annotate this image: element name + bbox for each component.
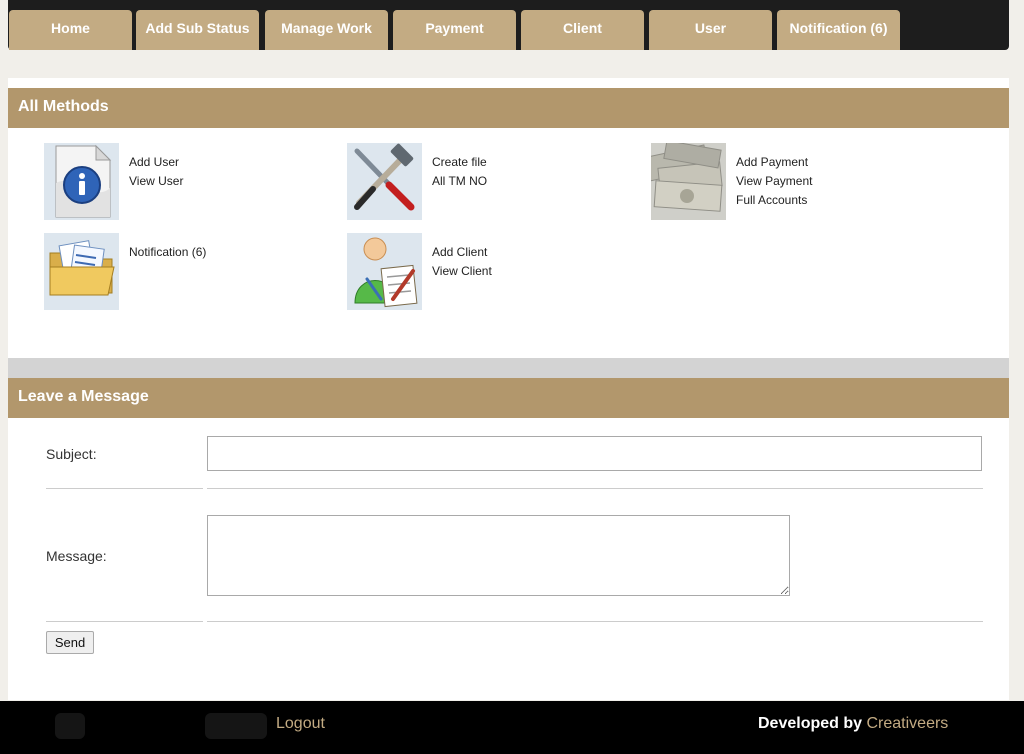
leave-message-header: Leave a Message [8,378,1009,418]
section-divider [8,358,1009,378]
logout-icon [205,713,267,739]
create-file-link[interactable]: Create file [432,153,487,172]
tools-icon[interactable] [347,143,422,220]
message-textarea[interactable] [207,515,790,596]
client-user-icon[interactable] [347,233,422,310]
subject-label: Subject: [46,446,97,462]
view-client-link[interactable]: View Client [432,262,492,281]
logout-link[interactable]: Logout [276,715,325,733]
view-payment-link[interactable]: View Payment [736,172,812,191]
info-document-icon[interactable] [44,143,119,220]
tab-notification[interactable]: Notification (6) [777,10,900,50]
footer-decoration [55,713,85,739]
developed-by-credit: Developed by Creativeers [758,715,948,733]
add-payment-link[interactable]: Add Payment [736,153,812,172]
tab-manage-work[interactable]: Manage Work [265,10,388,50]
form-row-divider [207,488,983,489]
footer: Logout Developed by Creativeers [0,701,1024,754]
notification-link[interactable]: Notification (6) [129,243,206,262]
developer-name[interactable]: Creativeers [866,715,948,732]
tab-home[interactable]: Home [9,10,132,50]
add-user-link[interactable]: Add User [129,153,183,172]
view-user-link[interactable]: View User [129,172,183,191]
form-row-divider [46,488,203,489]
tab-client[interactable]: Client [521,10,644,50]
top-area: Home Add Sub Status Manage Work Payment … [0,0,1024,78]
money-icon[interactable] [651,143,726,220]
full-accounts-link[interactable]: Full Accounts [736,191,812,210]
tab-add-sub-status[interactable]: Add Sub Status [136,10,259,50]
tab-payment[interactable]: Payment [393,10,516,50]
all-methods-header: All Methods [8,88,1009,128]
form-row-divider [207,621,983,622]
add-client-link[interactable]: Add Client [432,243,492,262]
main-navbar: Home Add Sub Status Manage Work Payment … [8,0,1009,50]
folder-documents-icon[interactable] [44,233,119,310]
send-button[interactable]: Send [46,631,94,654]
subject-input[interactable] [207,436,982,471]
all-tm-no-link[interactable]: All TM NO [432,172,487,191]
tab-user[interactable]: User [649,10,772,50]
form-row-divider [46,621,203,622]
content-panel: All Methods Add User View User Create fi… [8,78,1009,700]
developed-by-prefix: Developed by [758,715,867,732]
message-label: Message: [46,548,107,564]
